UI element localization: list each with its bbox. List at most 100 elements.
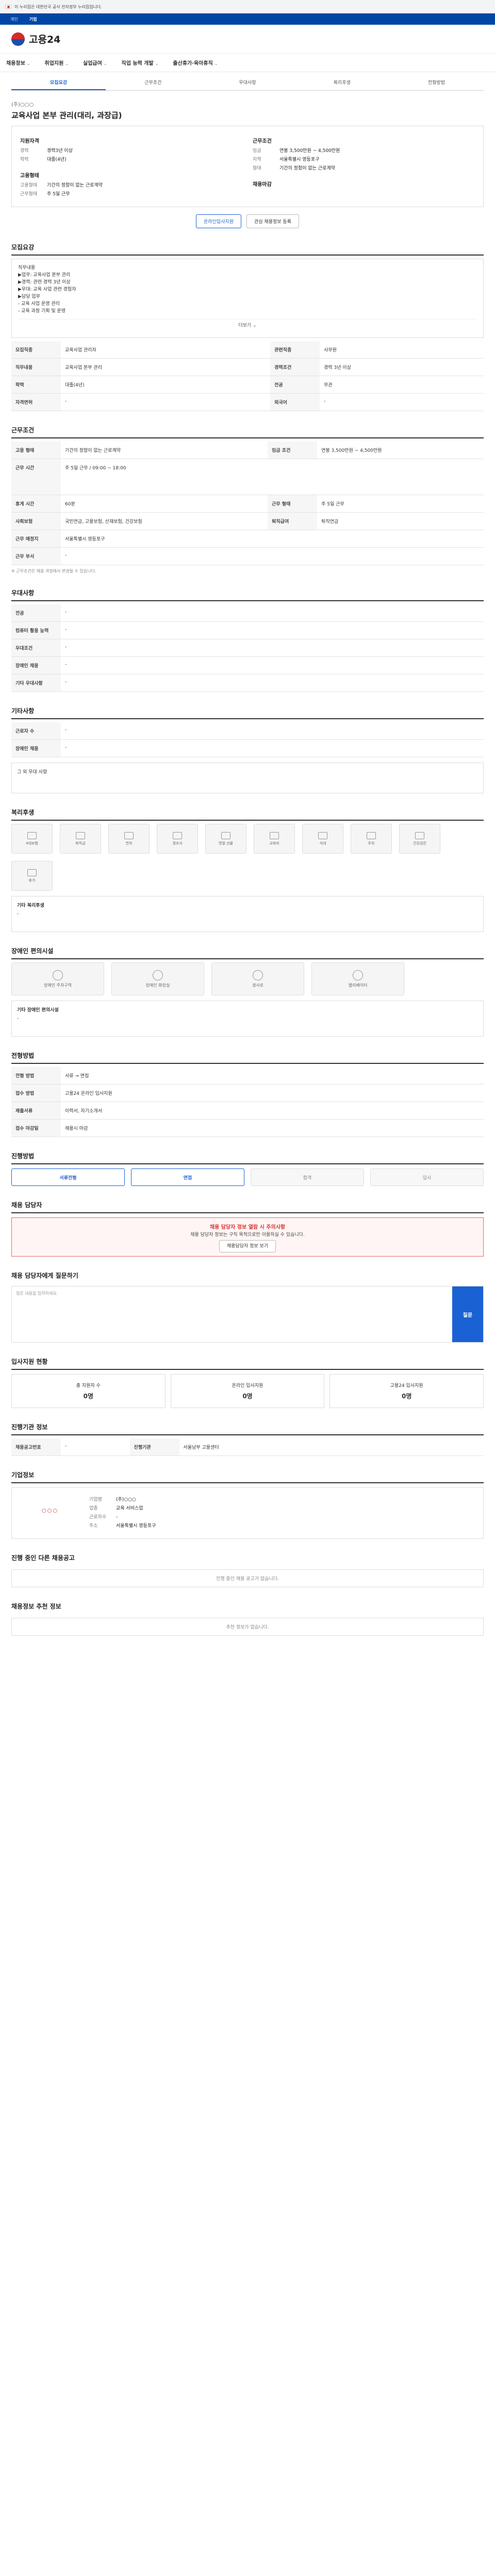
gnb-item[interactable]: 실업급여 ⌄ [83,59,107,66]
flag-icon [5,5,11,9]
section-title: 입사지원 현황 [11,1358,48,1365]
section-title: 채용 담당자에게 질문하기 [11,1272,78,1279]
process-steps: 서류전형 면접 합격 입사 [11,1168,484,1186]
gnb-item[interactable]: 취업지원 ⌄ [45,59,69,66]
work-table: 고용 형태 기간의 정함이 없는 근로계약 임금 조건 연봉 3,500만원 ~ 4,… [11,442,484,565]
scrap-button[interactable]: 관심 채용정보 등록 [246,214,299,228]
section-title: 진행기관 정보 [11,1423,48,1431]
disabled-sub: 기타 장애인 편의시설 - [11,1001,484,1037]
tab-welfare[interactable]: 복리후생 [295,75,389,90]
insurance-icon [27,832,37,839]
welfare-item: 4대보험 [11,824,53,854]
tab-prefer[interactable]: 우대사항 [200,75,294,90]
company-box: ○○○ 기업명 (주)○○○ 업종 교육 서비스업 근로자수 - 주소 서울특별시 영등… [11,1487,484,1539]
parking-icon [367,832,376,839]
summary-cond-head: 근무조건 [253,139,272,144]
section-title: 장애인 편의시설 [11,947,54,955]
severance-icon [76,832,85,839]
step-item: 입사 [370,1168,484,1186]
toilet-icon [153,970,163,980]
more-button[interactable]: 더보기 ⌄ [18,319,477,332]
section-title: 기업정보 [11,1471,35,1479]
welfare-item: 경조사 [157,824,198,854]
header: 고용24 [0,25,495,54]
welfare-item: 퇴직금 [60,824,101,854]
job-description: 직무내용 ▶업무: 교육사업 본부 관리 ▶경력: 관련 경력 3년 이상 ▶우대: … [11,259,484,338]
vacation-icon [124,832,134,839]
summary-type-head: 고용형태 [20,173,39,179]
gnb-item[interactable]: 채용정보 ⌄ [6,59,30,66]
parking-icon [53,970,63,980]
gnb: 채용정보 ⌄ 취업지원 ⌄ 실업급여 ⌄ 직업 능력 개발 ⌄ 출산휴가·육아휴직 ⌄ [0,54,495,72]
gnb-item[interactable]: 출산휴가·육아휴직 ⌄ [173,59,218,66]
disabled-item: 엘리베이터 [311,962,404,995]
tab-selection[interactable]: 전형방법 [389,75,484,90]
section-title: 채용 담당자 [11,1201,42,1209]
inquiry-input[interactable]: 질문 내용을 입력하세요. [12,1286,452,1342]
disabled-item: 경사로 [211,962,304,995]
tab-work[interactable]: 근무조건 [106,75,200,90]
job-title: 교육사업 본부 관리(대리, 과장급) [11,111,122,120]
send-button[interactable]: 질문 [452,1286,483,1342]
welfare-item: 건강검진 [399,824,440,854]
brand-name[interactable]: 고용24 [29,32,60,46]
job-summary: 지원자격 경력 경력3년 이상 학력 대졸(4년) 고용형태 고용형태 기간의 정함이… [11,126,484,207]
view-contact-button[interactable]: 채용담당자 정보 보기 [219,1240,276,1252]
job-title-box: (주)○○○ 교육사업 본부 관리(대리, 과장급) [11,100,484,121]
disabled-icons: 장애인 주차구역 장애인 화장실 경사로 엘리베이터 [11,962,484,995]
stats-row: 총 지원자 수 0명 온라인 입사지원 0명 고용24 입사지원 0명 [11,1374,484,1408]
chevron-down-icon: ⌄ [155,61,159,66]
prefer-table: 전공 - 컴퓨터 활용 능력 - 우대조건 - 장애인 채용 - 기타 우대사항 - [11,604,484,692]
welfare-icons: 4대보험 퇴직금 연차 경조사 명절 선물 교육비 식대 주차 건강검진 휴가 [11,824,484,891]
stat-card: 온라인 입사지원 0명 [170,1374,325,1408]
etc-table: 근로자 수- 장애인 채용 - [11,722,484,757]
other-empty: 진행 중인 채용 공고가 없습니다. [11,1569,484,1587]
util-individual[interactable]: 개인 [10,16,18,22]
welfare-item: 연차 [108,824,150,854]
chevron-down-icon: ⌄ [26,61,30,66]
company-name: (주)○○○ [11,102,34,108]
inquiry-box: 질문 내용을 입력하세요. 질문 [11,1286,484,1343]
chevron-down-icon: ⌄ [214,61,218,66]
info-table: 채용공고번호 - 진행기관 서울남부 고용센터 [11,1438,484,1456]
event-icon [173,832,182,839]
education-icon [270,832,279,839]
selection-table: 전형 방법 서류 → 면접 접수 방법 고용24 온라인 입사지원 제출서류 이력서,… [11,1067,484,1137]
apply-button[interactable]: 온라인입사지원 [196,214,241,228]
recruit-table: 모집직종 교육사업 관리자 관련직종 사무원 직무내용 교육사업 본부 관리 경력조건 경력… [11,341,484,411]
welfare-item: 휴가 [11,861,53,891]
summary-apply-head: 채용마감 [253,182,272,188]
chevron-down-icon: ⌄ [65,61,69,66]
step-item: 면접 [131,1168,244,1186]
recommend-empty: 추천 정보가 없습니다. [11,1618,484,1636]
welfare-item: 명절 선물 [205,824,246,854]
step-item: 서류전형 [11,1168,125,1186]
elevator-icon [353,970,363,980]
util-company[interactable]: 기업 [29,16,37,22]
section-title: 복리후생 [11,809,35,816]
section-title: 진행 중인 다른 채용공고 [11,1554,75,1562]
chevron-down-icon: ⌄ [103,61,107,66]
disabled-item: 장애인 화장실 [111,962,204,995]
gift-icon [221,832,230,839]
contact-alert: 채용 담당자 정보 열람 시 주의사항 채용 담당자 정보는 구직 목적으로만 … [11,1217,484,1257]
health-icon [415,832,424,839]
section-title: 채용정보 추천 정보 [11,1603,61,1610]
stat-card: 총 지원자 수 0명 [11,1374,166,1408]
section-title: 모집요강 [11,244,35,251]
gov-banner-text: 이 누리집은 대한민국 공식 전자정부 누리집입니다. [14,4,102,9]
tab-recruit[interactable]: 모집요강 [11,75,106,90]
company-logo: ○○○ [41,1507,59,1514]
stat-card: 고용24 입사지원 0명 [329,1374,484,1408]
holiday-icon [27,869,37,876]
logo-icon[interactable] [11,32,25,46]
gnb-item[interactable]: 직업 능력 개발 ⌄ [122,59,159,66]
section-title: 진행방법 [11,1153,35,1160]
welfare-item: 교육비 [254,824,295,854]
etc-sub: 그 외 우대 사항 [11,762,484,793]
work-note: ※ 근무조건은 채용 과정에서 변경될 수 있습니다. [11,569,96,573]
section-title: 기타사항 [11,707,35,715]
util-bar: 개인 기업 [0,13,495,25]
section-title: 근무조건 [11,427,35,434]
welfare-item: 주차 [351,824,392,854]
